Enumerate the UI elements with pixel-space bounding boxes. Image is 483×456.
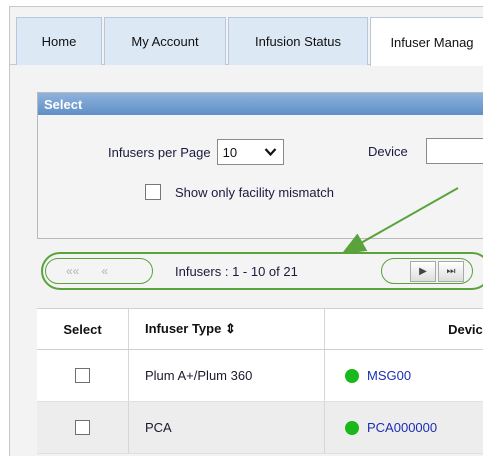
next-page-button[interactable]: ▶: [410, 261, 436, 282]
tab-infusion-status[interactable]: Infusion Status: [228, 17, 368, 65]
tab-bar: Home My Account Infusion Status Infuser …: [10, 7, 483, 66]
table-row[interactable]: Plum A+/Plum 360 MSG00: [37, 350, 483, 402]
row-checkbox[interactable]: [75, 420, 90, 435]
first-prev-highlight: «« «: [45, 258, 153, 284]
device-label: Device: [368, 144, 408, 159]
pager-highlight: «« « Infusers : 1 - 10 of 21 ▶ ⏭: [41, 252, 483, 290]
header-device[interactable]: Device: [325, 309, 483, 349]
next-last-highlight: ▶ ⏭: [381, 258, 473, 284]
header-infuser-type[interactable]: Infuser Type ⇕: [129, 309, 325, 349]
row-infuser-type: Plum A+/Plum 360: [129, 350, 325, 401]
last-icon: ⏭: [446, 266, 456, 277]
tab-home[interactable]: Home: [16, 17, 102, 65]
per-page-value: 10: [222, 144, 238, 160]
device-link[interactable]: PCA000000: [367, 420, 437, 435]
status-dot-icon: [345, 368, 359, 383]
row-infuser-type: PCA: [129, 402, 325, 453]
mismatch-row: Show only facility mismatch: [145, 184, 334, 200]
infuser-table: Select Infuser Type ⇕ Device Plum A+/Plu…: [37, 308, 483, 454]
per-page-select[interactable]: 10: [216, 139, 284, 165]
tab-my-account[interactable]: My Account: [104, 17, 226, 65]
row-checkbox[interactable]: [75, 368, 90, 383]
panel-title: Select: [38, 93, 483, 115]
next-icon: ▶: [419, 266, 427, 277]
content-area: Select Infusers per Page 10 Device Show …: [10, 66, 483, 456]
tab-label: Infusion Status: [255, 34, 341, 49]
facility-mismatch-label: Show only facility mismatch: [175, 184, 334, 200]
last-page-button[interactable]: ⏭: [438, 261, 464, 282]
tab-label: Home: [41, 34, 77, 49]
app-frame: Home My Account Infusion Status Infuser …: [9, 6, 483, 456]
status-dot-icon: [345, 420, 359, 435]
first-page-button[interactable]: ««: [66, 264, 79, 278]
device-link[interactable]: MSG00: [367, 368, 411, 383]
table-row[interactable]: PCA PCA000000: [37, 402, 483, 454]
pager-info: Infusers : 1 - 10 of 21: [175, 264, 298, 279]
chevron-down-icon: [264, 148, 276, 157]
per-page-label: Infusers per Page: [108, 144, 211, 160]
per-page-row: Infusers per Page 10: [108, 139, 284, 165]
device-input[interactable]: [426, 138, 483, 164]
tab-infuser-management[interactable]: Infuser Manag: [370, 17, 483, 66]
table-header: Select Infuser Type ⇕ Device: [37, 309, 483, 350]
select-panel: Select Infusers per Page 10 Device Show …: [37, 92, 483, 239]
prev-page-button[interactable]: «: [101, 264, 108, 278]
facility-mismatch-checkbox[interactable]: [145, 184, 161, 200]
tab-label: Infuser Manag: [390, 34, 474, 50]
header-select: Select: [37, 309, 129, 349]
tab-label: My Account: [131, 34, 199, 49]
